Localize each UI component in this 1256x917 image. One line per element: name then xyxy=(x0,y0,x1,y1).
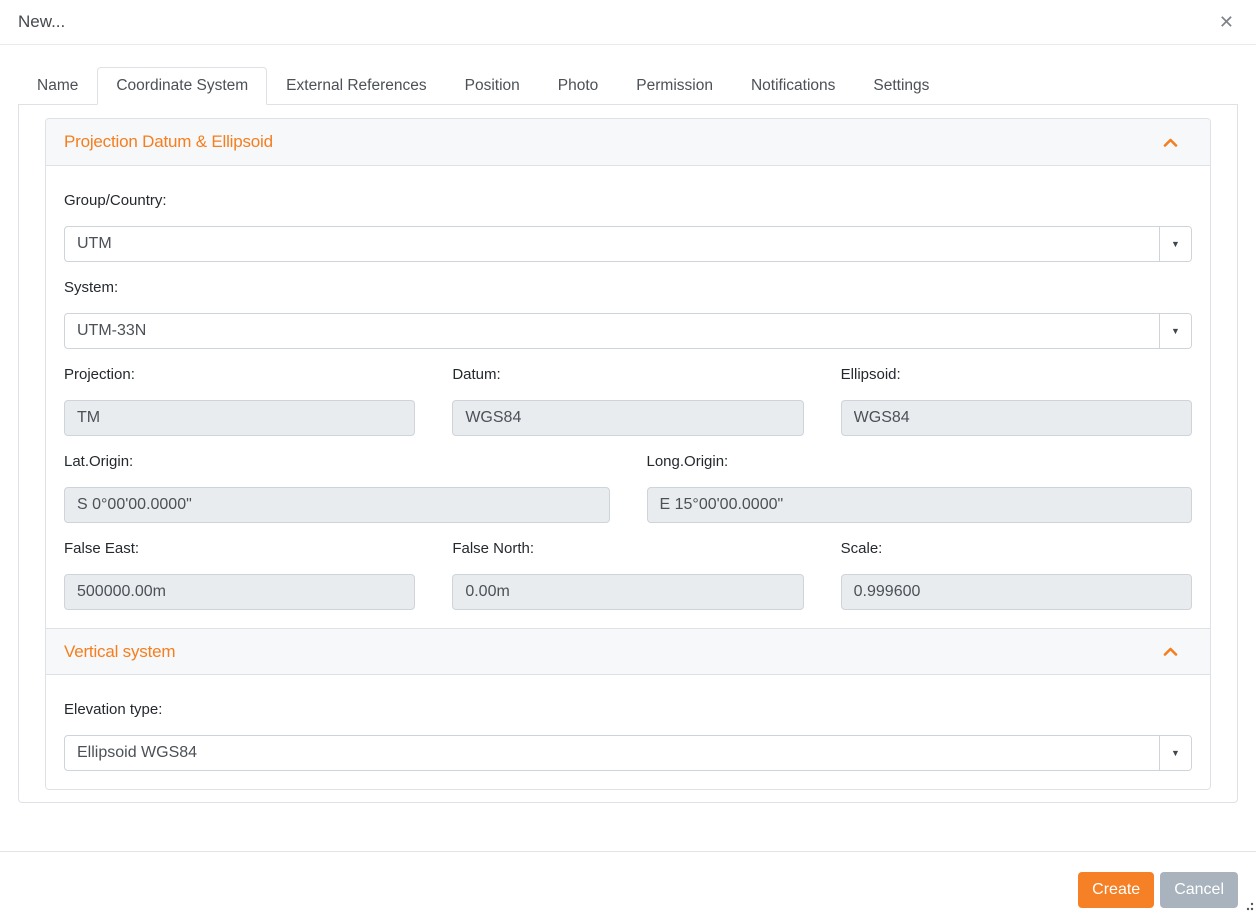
system-label: System: xyxy=(64,277,1192,299)
tab-name[interactable]: Name xyxy=(18,67,97,105)
lat-origin-field: Lat.Origin: xyxy=(64,451,610,523)
section-title: Vertical system xyxy=(64,642,175,662)
section-title: Projection Datum & Ellipsoid xyxy=(64,132,273,152)
accordion: Projection Datum & Ellipsoid Group/Count… xyxy=(45,118,1211,790)
ellipsoid-field: Ellipsoid: xyxy=(841,364,1192,436)
elevation-type-label: Elevation type: xyxy=(64,699,1192,721)
long-origin-label: Long.Origin: xyxy=(647,451,1193,473)
system-combobox: ▼ xyxy=(64,313,1192,349)
tab-settings[interactable]: Settings xyxy=(854,67,948,105)
chevron-up-icon[interactable] xyxy=(1163,138,1192,147)
tab-permission[interactable]: Permission xyxy=(617,67,732,105)
system-input[interactable] xyxy=(65,314,1159,348)
tab-coordinate-system[interactable]: Coordinate System xyxy=(97,67,267,105)
false-east-input xyxy=(64,574,415,610)
false-east-label: False East: xyxy=(64,538,415,560)
coordinate-system-pane: Projection Datum & Ellipsoid Group/Count… xyxy=(18,105,1238,803)
close-icon[interactable]: ✕ xyxy=(1215,11,1238,33)
dialog-title: New... xyxy=(18,12,65,32)
dialog-footer: Create Cancel xyxy=(0,851,1256,917)
elevation-type-combobox: ▼ xyxy=(64,735,1192,771)
tab-photo[interactable]: Photo xyxy=(539,67,618,105)
section-body-projection-datum: Group/Country: ▼ System: ▼ xyxy=(46,166,1210,628)
section-header-vertical-system[interactable]: Vertical system xyxy=(46,628,1210,675)
cancel-button[interactable]: Cancel xyxy=(1160,872,1238,908)
elevation-type-dropdown-button[interactable]: ▼ xyxy=(1159,736,1191,770)
datum-field: Datum: xyxy=(452,364,803,436)
datum-input xyxy=(452,400,803,436)
system-dropdown-button[interactable]: ▼ xyxy=(1159,314,1191,348)
false-east-field: False East: xyxy=(64,538,415,610)
chevron-up-icon[interactable] xyxy=(1163,647,1192,656)
dialog-header: New... ✕ xyxy=(0,0,1256,45)
ellipsoid-label: Ellipsoid: xyxy=(841,364,1192,386)
section-body-vertical-system: Elevation type: ▼ xyxy=(46,675,1210,789)
caret-down-icon: ▼ xyxy=(1171,239,1180,249)
false-north-label: False North: xyxy=(452,538,803,560)
scale-label: Scale: xyxy=(841,538,1192,560)
dialog-body: Name Coordinate System External Referenc… xyxy=(0,67,1256,803)
projection-input xyxy=(64,400,415,436)
scale-field: Scale: xyxy=(841,538,1192,610)
caret-down-icon: ▼ xyxy=(1171,326,1180,336)
group-country-label: Group/Country: xyxy=(64,190,1192,212)
false-north-input xyxy=(452,574,803,610)
caret-down-icon: ▼ xyxy=(1171,748,1180,758)
create-button[interactable]: Create xyxy=(1078,872,1154,908)
elevation-type-input[interactable] xyxy=(65,736,1159,770)
projection-label: Projection: xyxy=(64,364,415,386)
resize-grip-icon[interactable] xyxy=(1244,898,1254,916)
long-origin-field: Long.Origin: xyxy=(647,451,1193,523)
false-north-field: False North: xyxy=(452,538,803,610)
tab-bar: Name Coordinate System External Referenc… xyxy=(18,67,1238,105)
group-country-input[interactable] xyxy=(65,227,1159,261)
lat-origin-input xyxy=(64,487,610,523)
scale-input xyxy=(841,574,1192,610)
group-country-combobox: ▼ xyxy=(64,226,1192,262)
long-origin-input xyxy=(647,487,1193,523)
tab-position[interactable]: Position xyxy=(446,67,539,105)
group-country-dropdown-button[interactable]: ▼ xyxy=(1159,227,1191,261)
section-header-projection-datum[interactable]: Projection Datum & Ellipsoid xyxy=(46,119,1210,166)
tab-notifications[interactable]: Notifications xyxy=(732,67,854,105)
tab-external-references[interactable]: External References xyxy=(267,67,445,105)
projection-field: Projection: xyxy=(64,364,415,436)
datum-label: Datum: xyxy=(452,364,803,386)
lat-origin-label: Lat.Origin: xyxy=(64,451,610,473)
ellipsoid-input xyxy=(841,400,1192,436)
